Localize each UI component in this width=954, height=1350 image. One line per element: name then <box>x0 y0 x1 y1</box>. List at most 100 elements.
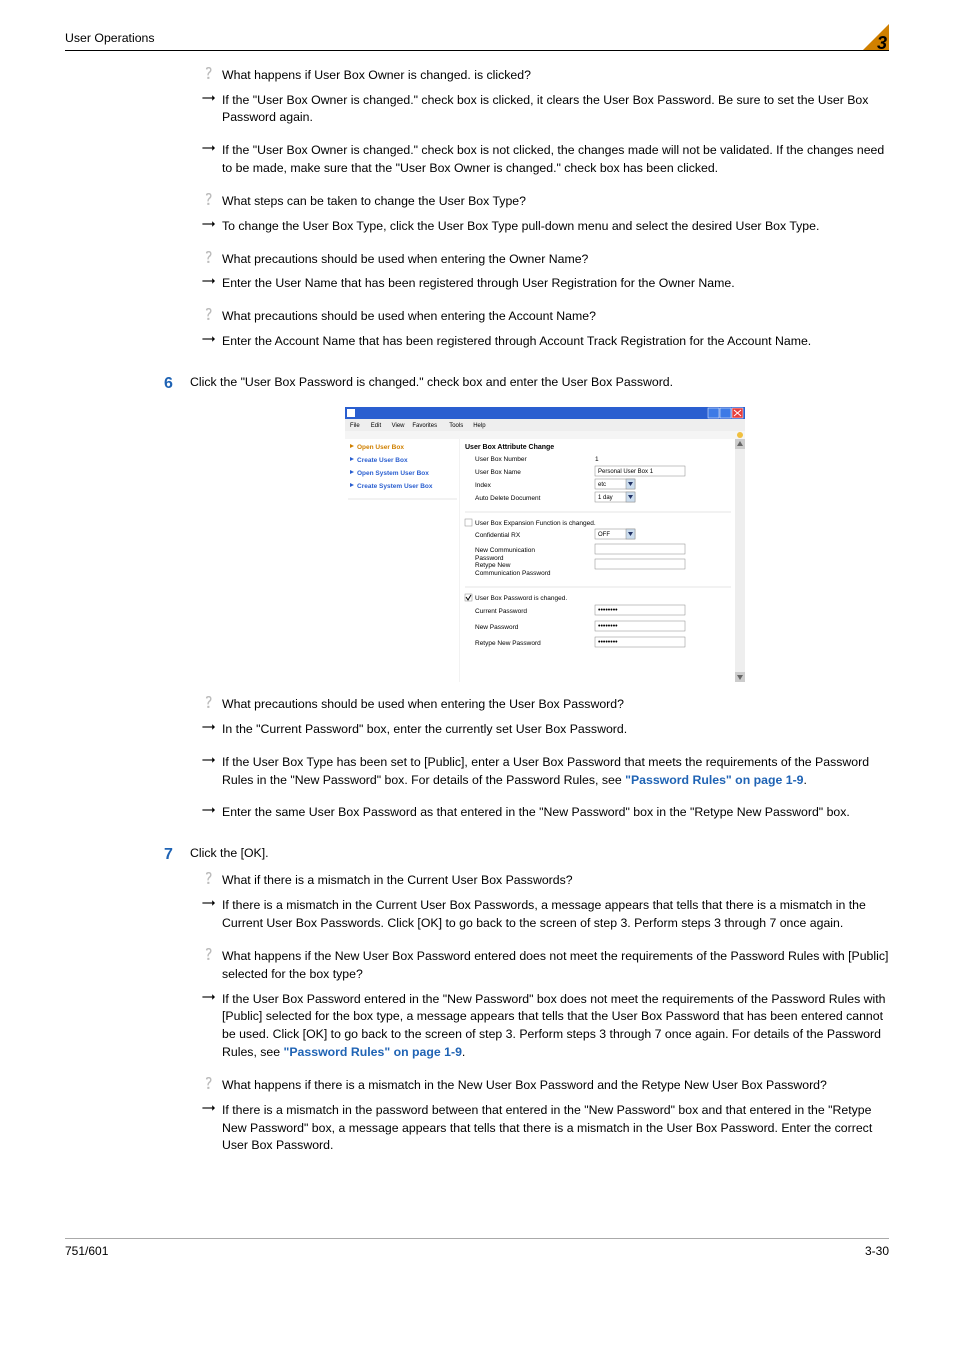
answer-item: If there is a mismatch in the password b… <box>200 1102 889 1158</box>
breadcrumb: User Operations <box>65 30 155 48</box>
svg-text:Retype New Password: Retype New Password <box>475 640 541 647</box>
footer-left: 751/601 <box>65 1243 108 1260</box>
item-text: Enter the Account Name that has been reg… <box>222 333 889 354</box>
item-text: If the "User Box Owner is changed." chec… <box>222 142 889 181</box>
answer-item: If the "User Box Owner is changed." chec… <box>200 92 889 131</box>
question-icon <box>200 193 216 213</box>
svg-text:Edit: Edit <box>370 423 381 429</box>
answer-item: Enter the User Name that has been regist… <box>200 275 889 296</box>
svg-text:Tools: Tools <box>449 423 463 429</box>
svg-text:etc: etc <box>598 482 606 488</box>
question-item: What precautions should be used when ent… <box>200 251 889 272</box>
svg-text:••••••••: •••••••• <box>598 623 618 630</box>
svg-text:Retype New: Retype New <box>475 562 511 569</box>
svg-text:1: 1 <box>595 456 599 463</box>
step-number: 7 <box>164 843 190 866</box>
question-item: What if there is a mismatch in the Curre… <box>200 872 889 893</box>
svg-text:User Box Attribute Change: User Box Attribute Change <box>465 444 554 451</box>
svg-text:User Box Name: User Box Name <box>475 469 521 476</box>
svg-text:OFF: OFF <box>598 532 610 538</box>
question-icon <box>200 251 216 271</box>
question-icon <box>200 308 216 328</box>
page-footer: 751/601 3-30 <box>65 1238 889 1260</box>
svg-text:Password: Password <box>475 555 504 562</box>
svg-text:Favorites: Favorites <box>412 423 437 429</box>
step-6: 6 Click the "User Box Password is change… <box>164 372 889 395</box>
svg-text:User Box Password is changed.: User Box Password is changed. <box>475 595 567 602</box>
step-text: Click the "User Box Password is changed.… <box>190 372 889 392</box>
svg-text:Open System User Box: Open System User Box <box>357 470 429 477</box>
question-item: What happens if the New User Box Passwor… <box>200 948 889 987</box>
svg-text:Communication Password: Communication Password <box>475 570 551 577</box>
arrow-right-icon <box>200 92 216 110</box>
chapter-badge: 3 <box>863 24 889 50</box>
item-text: If the User Box Type has been set to [Pu… <box>222 754 889 793</box>
answer-item: If the User Box Type has been set to [Pu… <box>200 754 889 793</box>
svg-text:1 day: 1 day <box>598 495 613 501</box>
svg-text:Create User Box: Create User Box <box>357 457 408 464</box>
svg-text:Auto Delete Document: Auto Delete Document <box>475 495 541 502</box>
arrow-right-icon <box>200 333 216 351</box>
answer-item: If the User Box Password entered in the … <box>200 991 889 1065</box>
svg-text:User Box Number: User Box Number <box>475 456 527 463</box>
svg-text:View: View <box>391 423 405 429</box>
svg-text:File: File <box>350 423 360 429</box>
item-text: What happens if there is a mismatch in t… <box>222 1077 889 1098</box>
answer-item: In the "Current Password" box, enter the… <box>200 721 889 742</box>
item-text: If there is a mismatch in the password b… <box>222 1102 889 1158</box>
item-text: What precautions should be used when ent… <box>222 308 889 329</box>
item-text: If the "User Box Owner is changed." chec… <box>222 92 889 131</box>
svg-text:Help: Help <box>473 423 486 429</box>
step-number: 6 <box>164 372 190 395</box>
step-text: Click the [OK]. <box>190 843 889 863</box>
svg-text:User Box Expansion Function is: User Box Expansion Function is changed. <box>475 520 596 527</box>
item-text: Enter the User Name that has been regist… <box>222 275 889 296</box>
item-text: What precautions should be used when ent… <box>222 696 889 717</box>
item-text: If there is a mismatch in the Current Us… <box>222 897 889 936</box>
step-7: 7 Click the [OK]. <box>164 843 889 866</box>
answer-item: To change the User Box Type, click the U… <box>200 218 889 239</box>
svg-text:••••••••: •••••••• <box>598 639 618 646</box>
item-text: To change the User Box Type, click the U… <box>222 218 889 239</box>
arrow-right-icon <box>200 897 216 915</box>
arrow-right-icon <box>200 754 216 772</box>
answer-item: If the "User Box Owner is changed." chec… <box>200 142 889 181</box>
embedded-screenshot: FileEditViewFavoritesToolsHelp Open User… <box>345 407 745 682</box>
question-icon <box>200 67 216 87</box>
question-item: What happens if User Box Owner is change… <box>200 67 889 88</box>
svg-text:Index: Index <box>475 482 492 489</box>
item-text: What steps can be taken to change the Us… <box>222 193 889 214</box>
svg-text:Create System User Box: Create System User Box <box>357 483 433 490</box>
question-item: What precautions should be used when ent… <box>200 308 889 329</box>
svg-text:Personal User Box 1: Personal User Box 1 <box>598 469 654 475</box>
svg-text:New Communication: New Communication <box>475 547 535 554</box>
answer-item: Enter the Account Name that has been reg… <box>200 333 889 354</box>
item-text: What if there is a mismatch in the Curre… <box>222 872 889 893</box>
question-icon <box>200 872 216 892</box>
page-header: User Operations 3 <box>65 30 889 51</box>
answer-item: Enter the same User Box Password as that… <box>200 804 889 825</box>
arrow-right-icon <box>200 142 216 160</box>
question-item: What precautions should be used when ent… <box>200 696 889 717</box>
item-text: In the "Current Password" box, enter the… <box>222 721 889 742</box>
arrow-right-icon <box>200 721 216 739</box>
arrow-right-icon <box>200 275 216 293</box>
svg-text:Current Password: Current Password <box>475 608 527 615</box>
item-text: What precautions should be used when ent… <box>222 251 889 272</box>
item-text: What happens if User Box Owner is change… <box>222 67 889 88</box>
footer-right: 3-30 <box>865 1243 889 1260</box>
item-text: If the User Box Password entered in the … <box>222 991 889 1065</box>
svg-text:New Password: New Password <box>475 624 519 631</box>
question-icon <box>200 948 216 968</box>
svg-text:Confidential RX: Confidential RX <box>475 532 521 539</box>
question-icon <box>200 1077 216 1097</box>
answer-item: If there is a mismatch in the Current Us… <box>200 897 889 936</box>
arrow-right-icon <box>200 1102 216 1120</box>
arrow-right-icon <box>200 991 216 1009</box>
svg-text:••••••••: •••••••• <box>598 607 618 614</box>
question-icon <box>200 696 216 716</box>
question-item: What happens if there is a mismatch in t… <box>200 1077 889 1098</box>
arrow-right-icon <box>200 218 216 236</box>
item-text: What happens if the New User Box Passwor… <box>222 948 889 987</box>
question-item: What steps can be taken to change the Us… <box>200 193 889 214</box>
